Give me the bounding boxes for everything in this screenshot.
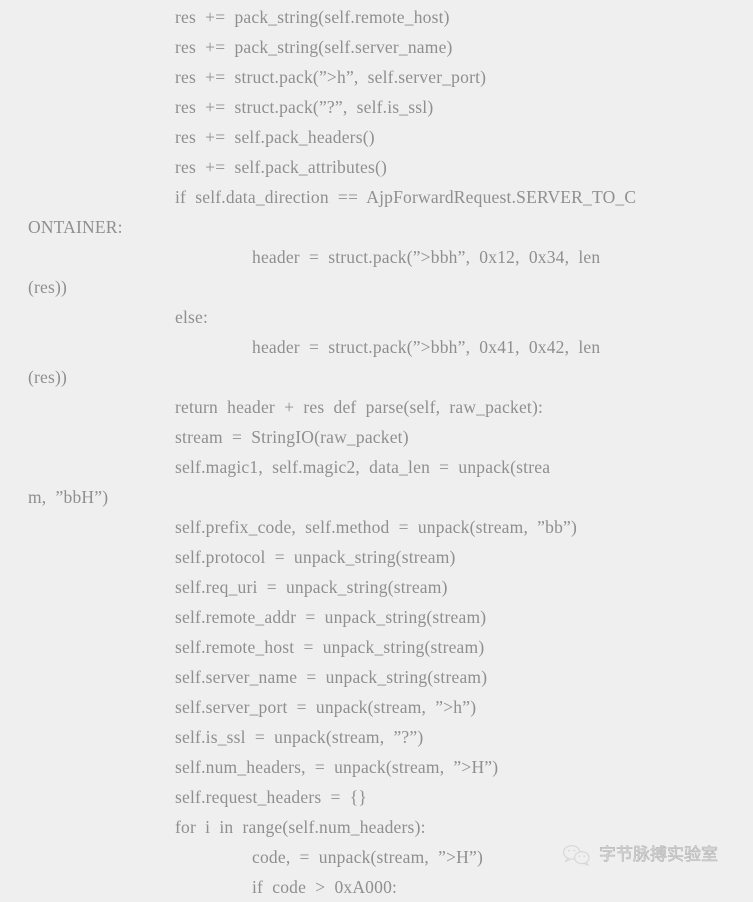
code-line: else: [175, 307, 209, 327]
code-line: header = struct.pack(”>bbh”, 0x41, 0x42,… [252, 337, 601, 357]
code-line: if self.data_direction == AjpForwardRequ… [175, 187, 637, 207]
code-line: self.remote_host = unpack_string(stream) [175, 637, 485, 657]
code-line: ONTAINER: [28, 217, 123, 237]
code-line: self.server_name = unpack_string(stream) [175, 667, 488, 687]
code-line: self.is_ssl = unpack(stream, ”?”) [175, 727, 424, 747]
code-line: res += struct.pack(”>h”, self.server_por… [175, 67, 487, 87]
code-screenshot-page: res += pack_string(self.remote_host)res … [0, 0, 753, 900]
code-block: res += pack_string(self.remote_host)res … [0, 0, 753, 902]
code-line: for i in range(self.num_headers): [175, 817, 426, 837]
code-line: self.req_uri = unpack_string(stream) [175, 577, 448, 597]
code-line: (res)) [28, 367, 68, 387]
code-line: header = struct.pack(”>bbh”, 0x12, 0x34,… [252, 247, 601, 267]
code-line: res += pack_string(self.remote_host) [175, 7, 450, 27]
code-line: self.magic1, self.magic2, data_len = unp… [175, 457, 551, 477]
code-line: stream = StringIO(raw_packet) [175, 427, 409, 447]
code-line: res += self.pack_headers() [175, 127, 375, 147]
wechat-logo-icon [562, 843, 592, 867]
code-line: self.server_port = unpack(stream, ”>h”) [175, 697, 477, 717]
code-line: return header + res def parse(self, raw_… [175, 397, 544, 417]
code-line: self.prefix_code, self.method = unpack(s… [175, 517, 578, 537]
code-line: if code > 0xA000: [252, 877, 398, 897]
code-line: self.protocol = unpack_string(stream) [175, 547, 456, 567]
watermark-label: 字节脉搏实验室 [599, 845, 719, 866]
code-line: (res)) [28, 277, 68, 297]
code-line: self.num_headers, = unpack(stream, ”>H”) [175, 757, 499, 777]
code-line: self.request_headers = {} [175, 787, 367, 807]
code-line: m, ”bbH”) [28, 487, 109, 507]
code-line: res += pack_string(self.server_name) [175, 37, 453, 57]
code-line: res += self.pack_attributes() [175, 157, 388, 177]
code-line: self.remote_addr = unpack_string(stream) [175, 607, 487, 627]
watermark: 字节脉搏实验室 [562, 843, 718, 867]
code-line: res += struct.pack(”?”, self.is_ssl) [175, 97, 434, 117]
